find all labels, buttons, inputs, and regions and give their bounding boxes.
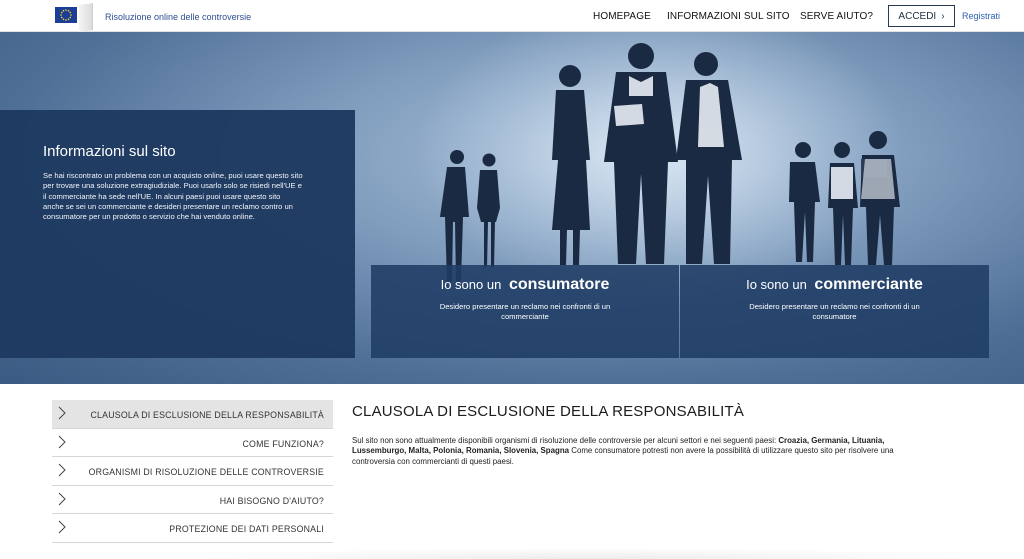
nav-help[interactable]: SERVE AIUTO? [800, 11, 873, 22]
chevron-right-icon: › [941, 10, 945, 22]
chevron-right-icon [58, 406, 66, 420]
footer-shadow [170, 548, 1000, 559]
disclaimer-intro: Sul sito non sono attualmente disponibil… [352, 436, 779, 445]
sidebar-item-data-protection[interactable]: PROTEZIONE DEI DATI PERSONALI [52, 514, 333, 543]
sidebar-item-help[interactable]: HAI BISOGNO D'AIUTO? [52, 486, 333, 514]
trader-card-text: Desidero presentare un reclamo nei confr… [749, 302, 920, 321]
nav-info-site[interactable]: INFORMAZIONI SUL SITO [667, 11, 790, 22]
chevron-right-icon [58, 435, 66, 448]
sidebar-item-disclaimer[interactable]: CLAUSOLA DI ESCLUSIONE DELLA RESPONSABIL… [52, 400, 333, 429]
nav-homepage[interactable]: HOMEPAGE [593, 11, 651, 22]
eu-logo[interactable] [43, 3, 99, 32]
login-label: ACCEDI [898, 10, 937, 22]
trader-card[interactable]: Io sono un commerciante Desidero present… [680, 265, 989, 358]
trader-role: commerciante [814, 276, 923, 293]
register-link[interactable]: Registrati [962, 11, 1000, 21]
sidebar-item-label: ORGANISMI DI RISOLUZIONE DELLE CONTROVER… [88, 467, 324, 477]
sidebar-menu: CLAUSOLA DI ESCLUSIONE DELLA RESPONSABIL… [52, 400, 333, 543]
info-title: Informazioni sul sito [43, 143, 176, 160]
login-button[interactable]: ACCEDI › [888, 5, 955, 27]
trader-prefix: Io sono un [746, 277, 807, 292]
info-text: Se hai riscontrato un problema con un ac… [43, 171, 303, 222]
sidebar-item-adr-bodies[interactable]: ORGANISMI DI RISOLUZIONE DELLE CONTROVER… [52, 457, 333, 486]
sidebar-item-label: COME FUNZIONA? [242, 438, 324, 449]
sidebar-item-how-it-works[interactable]: COME FUNZIONA? [52, 429, 333, 457]
consumer-card-text: Desidero presentare un reclamo nei confr… [439, 302, 611, 321]
logo-page-decoration [79, 3, 93, 32]
sidebar-item-label: HAI BISOGNO D'AIUTO? [219, 495, 324, 506]
eu-flag-icon [55, 7, 77, 23]
consumer-prefix: Io sono un [440, 277, 502, 292]
consumer-card[interactable]: Io sono un consumatore Desidero presenta… [371, 265, 679, 358]
sidebar-item-label: PROTEZIONE DEI DATI PERSONALI [169, 524, 324, 534]
disclaimer-text: Sul sito non sono attualmente disponibil… [352, 436, 897, 467]
site-name[interactable]: Risoluzione online delle controversie [105, 12, 251, 22]
chevron-right-icon [58, 463, 66, 477]
chevron-right-icon [58, 520, 66, 534]
sidebar-item-label: CLAUSOLA DI ESCLUSIONE DELLA RESPONSABIL… [90, 410, 324, 420]
consumer-role: consumatore [508, 276, 610, 293]
page-title: CLAUSOLA DI ESCLUSIONE DELLA RESPONSABIL… [352, 403, 745, 420]
top-header: Risoluzione online delle controversie HO… [0, 0, 1024, 32]
chevron-right-icon [58, 492, 66, 505]
consumer-card-heading: Io sono un consumatore [371, 276, 679, 294]
trader-card-heading: Io sono un commerciante [680, 276, 989, 294]
